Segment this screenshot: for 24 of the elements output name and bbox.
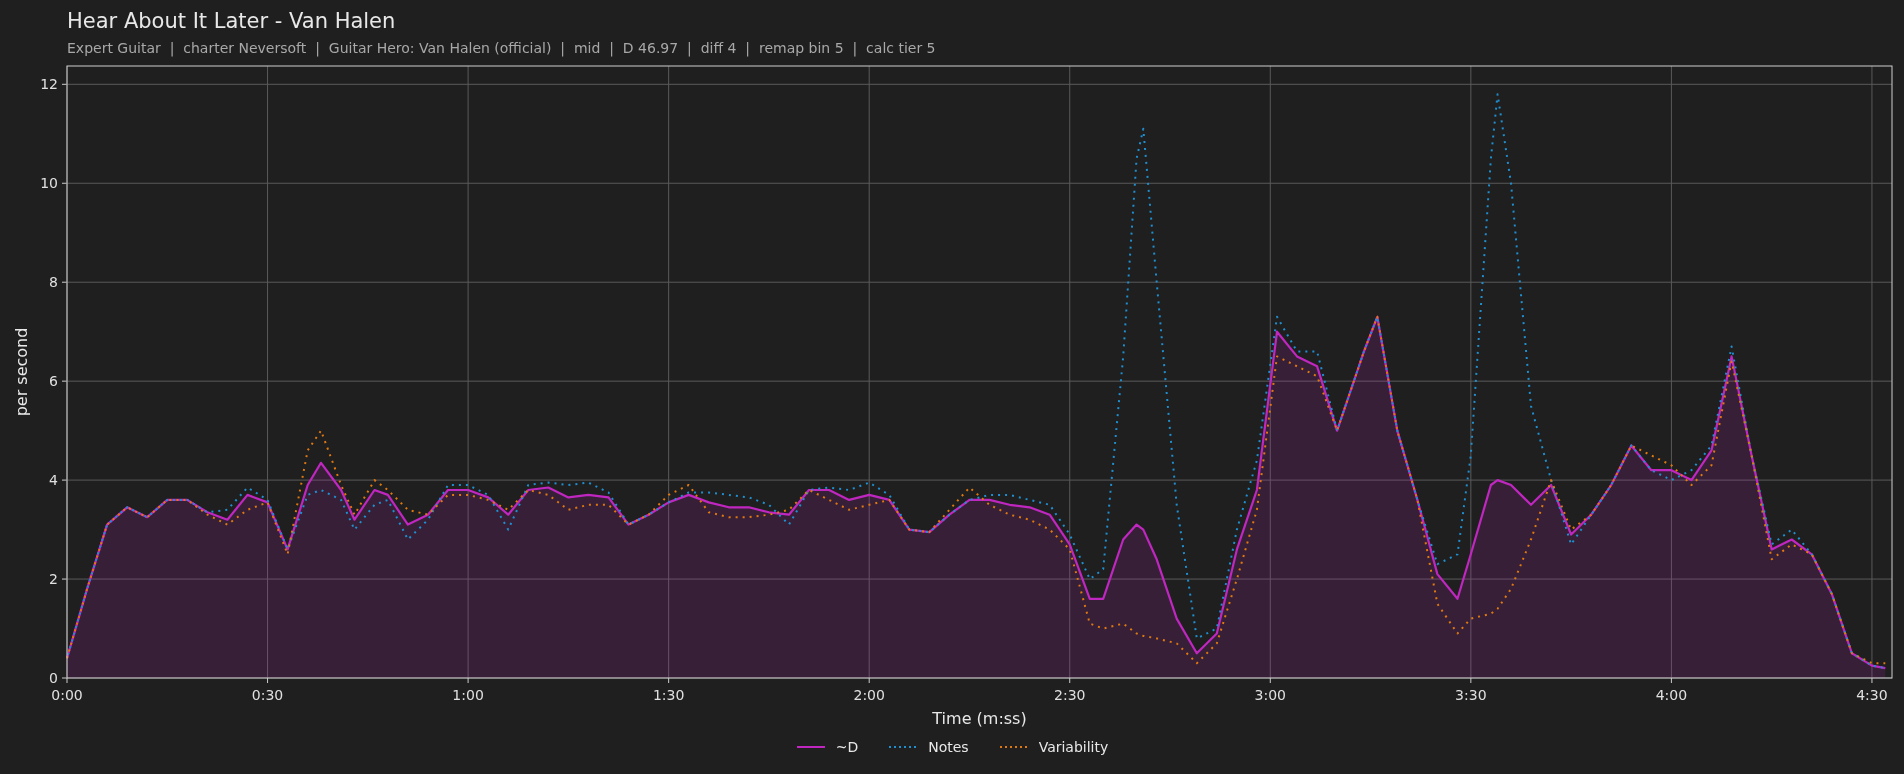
tick-label: 2:00	[853, 687, 885, 703]
tick-label: 8	[49, 274, 58, 291]
chart-title: Hear About It Later - Van Halen	[67, 8, 396, 34]
tick-label: 0	[49, 670, 58, 686]
tick-label: 3:00	[1254, 687, 1286, 703]
tick-label: 1:30	[652, 687, 685, 703]
tick-label: 2	[49, 571, 58, 588]
chart-subtitle: Expert Guitar | charter Neversoft | Guitar Hero: Van Halen (official) | mid | D 46.97 | diff 4 | remap bin 5 | calc tier 5	[67, 40, 936, 56]
tick-label: 10	[40, 175, 58, 192]
tick-label: 2:30	[1054, 687, 1086, 703]
tick-label: 12	[40, 76, 58, 93]
tick-label: 3:30	[1455, 687, 1487, 703]
tick-label: 0:00	[51, 687, 83, 703]
tick-label: 4	[49, 472, 58, 489]
tick-label: 4:30	[1856, 687, 1888, 703]
tick-label: 4:00	[1655, 687, 1688, 703]
legend-label: Notes	[928, 737, 969, 757]
tick-label: 0:30	[251, 687, 284, 703]
tick-label: 6	[49, 373, 58, 390]
axis-title: per second	[12, 327, 31, 417]
axis-title: Time (m:ss)	[932, 709, 1027, 728]
legend-label: ~D	[835, 737, 859, 757]
legend-label: Variability	[1038, 737, 1109, 757]
tick-label: 1:00	[452, 687, 484, 703]
